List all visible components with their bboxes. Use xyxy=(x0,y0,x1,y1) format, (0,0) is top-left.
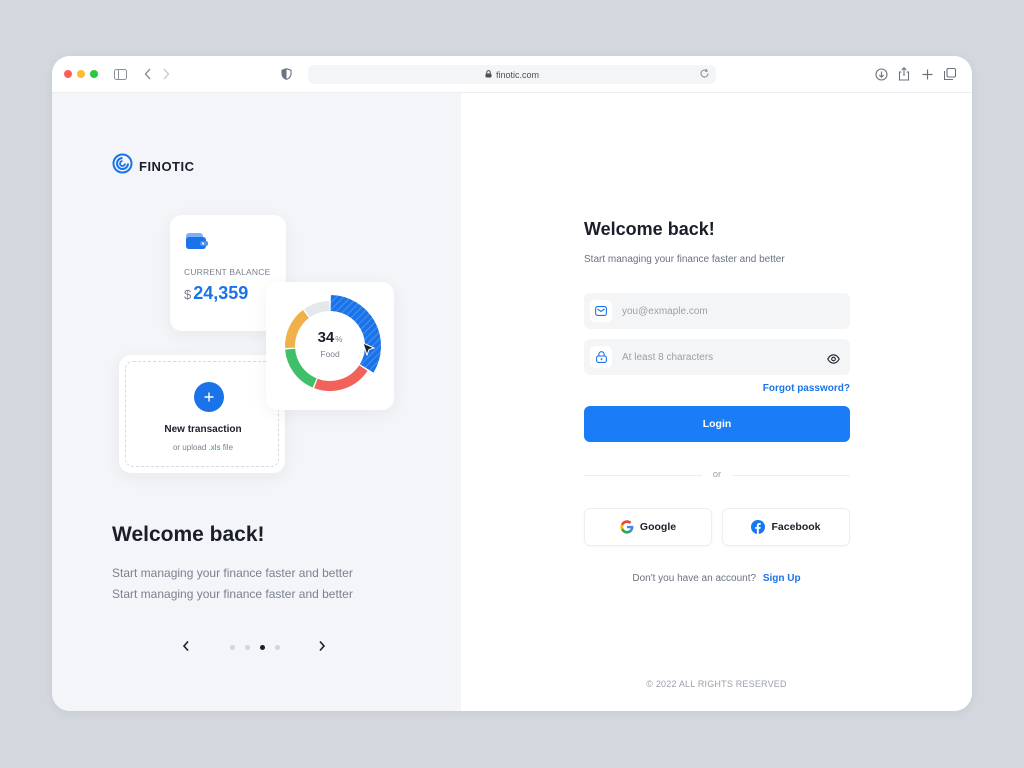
showcase-subtitle: Start managing your finance faster and b… xyxy=(112,563,353,605)
login-button[interactable]: Login xyxy=(584,406,850,442)
upload-dropzone[interactable]: New transaction or upload .xls file xyxy=(125,361,279,467)
close-window-button[interactable] xyxy=(64,70,72,78)
upload-file-ext: .xls xyxy=(208,443,221,452)
minimize-window-button[interactable] xyxy=(77,70,85,78)
signup-prompt: Don't you have an account? Sign Up xyxy=(461,573,972,584)
password-input[interactable] xyxy=(622,339,822,375)
browser-toolbar: finotic.com xyxy=(52,56,972,93)
pointer-cursor-icon xyxy=(362,342,376,361)
donut-percent: 34 xyxy=(317,329,335,346)
sidebar-toggle-icon[interactable] xyxy=(112,66,128,82)
showcase-subtitle-line-2: Start managing your finance faster and b… xyxy=(112,587,353,601)
mail-icon xyxy=(590,300,612,322)
maximize-window-button[interactable] xyxy=(90,70,98,78)
share-icon[interactable] xyxy=(896,66,912,82)
tab-overview-icon[interactable] xyxy=(942,66,958,82)
pager-dot[interactable] xyxy=(230,645,235,650)
login-subtitle: Start managing your finance faster and b… xyxy=(584,254,785,265)
donut-percent-unit: % xyxy=(335,335,343,344)
show-password-icon[interactable] xyxy=(827,351,840,369)
email-input[interactable] xyxy=(622,293,822,329)
plus-icon xyxy=(204,392,214,402)
currency-symbol: $ xyxy=(184,287,192,302)
url-text: finotic.com xyxy=(495,69,539,80)
carousel-next-icon[interactable] xyxy=(318,639,326,657)
email-field[interactable] xyxy=(584,293,850,329)
facebook-label: Facebook xyxy=(771,521,821,533)
signup-link[interactable]: Sign Up xyxy=(763,573,801,584)
forward-icon[interactable] xyxy=(158,66,174,82)
add-transaction-button[interactable] xyxy=(194,382,224,412)
login-title: Welcome back! xyxy=(584,219,715,239)
forgot-password-link[interactable]: Forgot password? xyxy=(763,383,850,394)
pager-dot[interactable] xyxy=(245,645,250,650)
new-tab-icon[interactable] xyxy=(919,66,935,82)
lock-icon xyxy=(590,346,612,368)
or-divider-label: or xyxy=(702,469,732,480)
login-panel: Welcome back! Start managing your financ… xyxy=(461,93,972,711)
pager-dot[interactable] xyxy=(260,645,265,650)
balance-label: CURRENT BALANCE xyxy=(184,267,271,277)
lock-icon xyxy=(485,69,492,80)
donut-segment-red[interactable] xyxy=(314,365,368,391)
brand-logo[interactable]: FINOTIC xyxy=(112,153,195,179)
download-icon[interactable] xyxy=(873,66,889,82)
reload-icon[interactable] xyxy=(699,68,710,81)
facebook-icon xyxy=(751,520,766,534)
carousel-pager xyxy=(230,645,290,650)
donut-segment-gray[interactable] xyxy=(304,301,330,318)
brand-name: FINOTIC xyxy=(139,158,195,174)
google-login-button[interactable]: Google xyxy=(584,508,712,546)
showcase-panel: FINOTIC CURRENT BALANCE $ 24,359 New tra… xyxy=(52,93,461,711)
no-account-text: Don't you have an account? xyxy=(632,573,757,584)
facebook-login-button[interactable]: Facebook xyxy=(722,508,850,546)
address-bar[interactable]: finotic.com xyxy=(308,65,716,84)
back-icon[interactable] xyxy=(140,66,156,82)
password-field[interactable] xyxy=(584,339,850,375)
balance-amount: 24,359 xyxy=(193,283,249,303)
wallet-icon xyxy=(186,233,208,256)
spending-donut-card: 34% Food xyxy=(266,282,394,410)
showcase-subtitle-line-1: Start managing your finance faster and b… xyxy=(112,566,353,580)
google-icon xyxy=(620,520,634,534)
google-label: Google xyxy=(639,521,677,533)
pager-dot[interactable] xyxy=(275,645,280,650)
upload-hint: or upload .xls file xyxy=(126,443,280,452)
showcase-title: Welcome back! xyxy=(112,523,265,546)
balance-value: $ 24,359 xyxy=(184,283,248,304)
carousel-prev-icon[interactable] xyxy=(182,639,190,657)
new-transaction-card: New transaction or upload .xls file xyxy=(119,355,285,473)
privacy-shield-icon[interactable] xyxy=(278,66,294,82)
finotic-logo-icon xyxy=(112,153,133,179)
upload-hint-prefix: or upload xyxy=(172,443,209,452)
upload-hint-suffix: file xyxy=(220,443,234,452)
copyright-text: © 2022 ALL RIGHTS RESERVED xyxy=(646,679,787,689)
new-transaction-title: New transaction xyxy=(164,424,242,435)
browser-window: finotic.com FINOTIC CURRENT BALANCE $ 24… xyxy=(52,56,972,711)
